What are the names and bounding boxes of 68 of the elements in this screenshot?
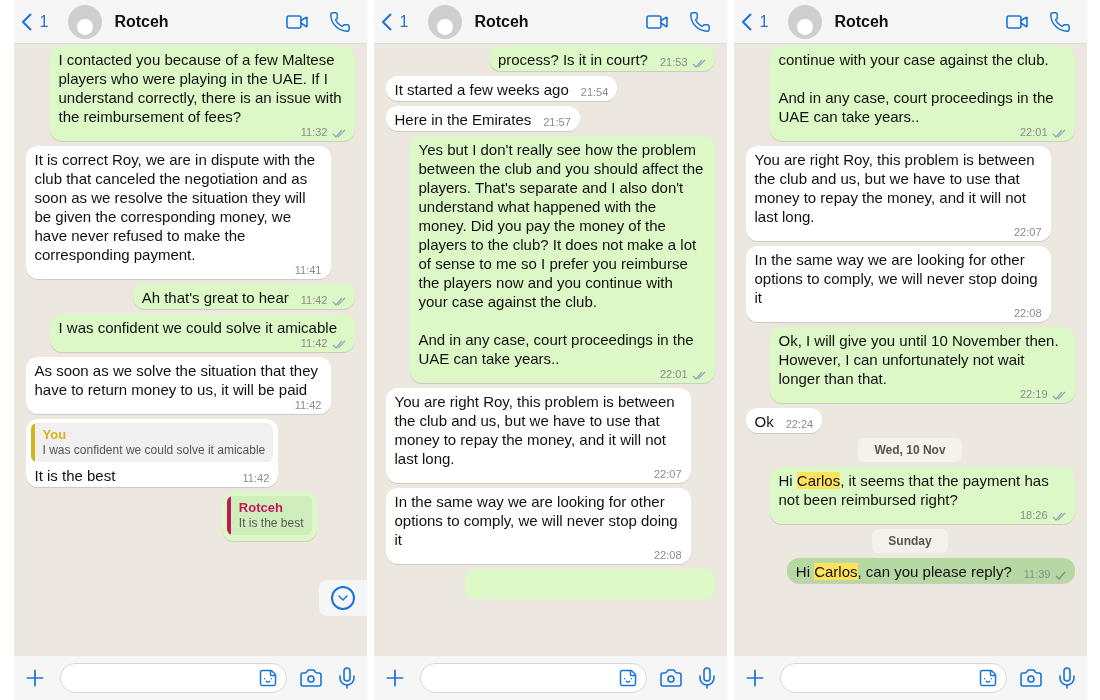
message-field[interactable] [59, 663, 287, 693]
message-time: 11:42 [300, 294, 346, 306]
message-text: continue with your case against the club. And in any case, court proceedings in the UAE can take years.. [778, 50, 1055, 126]
phone-icon[interactable] [328, 10, 351, 33]
message-time: 11:42 [242, 472, 270, 484]
sticker-icon[interactable] [257, 668, 278, 688]
message-text: You are right Roy, this problem is between the club and us, but we have to use that money to repay the money, and it will not last long. [754, 150, 1036, 226]
message-text: Here in the Emirates [394, 110, 532, 129]
message-text: Ok [754, 412, 774, 431]
back-icon [381, 12, 392, 31]
message-text: Ok, I will give you until 10 November then. However, I can unfortunately not wait longer than that. [778, 331, 1060, 388]
camera-icon[interactable] [658, 666, 683, 690]
message-text: Hi Carlos, can you please reply? [795, 562, 1012, 581]
message-text: Ah that's great to hear [141, 288, 289, 307]
message-time: 18:26 [1019, 509, 1066, 521]
date-chip: Wed, 10 Nov [858, 438, 962, 462]
message-text: In the same way we are looking for other options to comply, we will never stop doing it [394, 492, 679, 549]
quote-author: You [42, 427, 68, 443]
message-text: In the same way we are looking for other options to comply, we will never stop doing it [754, 250, 1039, 307]
message-text: I contacted you because of a few Maltese players who were playing in the UAE. If I understand correctly, there is an issue with the reimbursement of fees? [58, 50, 343, 126]
sticker-icon[interactable] [977, 668, 998, 688]
message-time: 22:08 [1013, 307, 1042, 319]
message-time: 11:39 [1023, 568, 1066, 580]
back-button[interactable]: 1 [21, 9, 49, 34]
quote-text: It is the best [238, 516, 304, 531]
quoted-message[interactable]: You I was confident we could solve it amicable [30, 423, 274, 462]
message-time: 11:42 [300, 337, 346, 349]
message-text: process? Is it in court? [497, 50, 648, 69]
back-button[interactable]: 1 [381, 9, 409, 34]
message-text: I was confident we could solve it amicable [58, 318, 337, 337]
message-time: 22:01 [1019, 126, 1066, 138]
quote-text: I was confident we could solve it amicable [42, 443, 266, 458]
phone-icon[interactable] [688, 10, 711, 33]
message-field[interactable] [779, 663, 1007, 693]
message-text: Hi Carlos, it seems that the payment has not been reimbursed right? [778, 471, 1050, 509]
message-time: 22:19 [1019, 388, 1066, 400]
contact-name[interactable]: Rotceh [834, 9, 889, 34]
message-time: 22:24 [785, 418, 814, 430]
scroll-down-button[interactable] [318, 580, 367, 616]
message-text: You are right Roy, this problem is between the club and us, but we have to use that money to repay the money, and it will not last long. [394, 392, 676, 468]
message-text: It is the best [34, 466, 116, 485]
message-time: 22:07 [653, 468, 682, 480]
message-time: 21:54 [580, 86, 609, 98]
message-time: 22:07 [1013, 226, 1042, 238]
message-time: 11:41 [294, 264, 322, 276]
contact-name[interactable]: Rotceh [114, 9, 169, 34]
message-text: It is correct Roy, we are in dispute with the club that canceled the negotiation and as soon as we resolve the situation they will be given the corresponding money, we have never refused to make the corresponding payment. [34, 150, 317, 264]
back-icon [741, 12, 752, 31]
message-time: 11:42 [294, 399, 322, 411]
date-chip: Sunday [872, 529, 948, 553]
message-text: It started a few weeks ago [394, 80, 569, 99]
back-icon [21, 12, 32, 31]
message-time: 22:01 [659, 368, 706, 380]
message-time: 21:53 [659, 56, 706, 68]
message-time: 22:08 [653, 549, 682, 561]
sticker-icon[interactable] [617, 668, 638, 688]
message-time: 11:32 [300, 126, 346, 138]
quoted-message[interactable]: Rotceh It is the best [226, 496, 312, 535]
message-text: Yes but I don't really see how the problem between the club and you should affect the players. That's separate and I also don't understand what happened with the money. Did you pay the money of the players to the club? It does not make a lot of sense to me so I prefer you reimburse the players now and you continue with your case against the club. And in any case, court proceedings in the UAE can take years.. [418, 140, 705, 368]
back-button[interactable]: 1 [741, 9, 769, 34]
message-text: As soon as we solve the situation that they have to return money to us, it will be paid [34, 361, 319, 399]
phone-icon[interactable] [1048, 10, 1071, 33]
message-field[interactable] [419, 663, 647, 693]
quote-author: Rotceh [238, 500, 284, 516]
camera-icon[interactable] [1018, 666, 1043, 690]
contact-name[interactable]: Rotceh [474, 9, 529, 34]
message-time: 21:57 [543, 116, 571, 128]
camera-icon[interactable] [298, 666, 323, 690]
